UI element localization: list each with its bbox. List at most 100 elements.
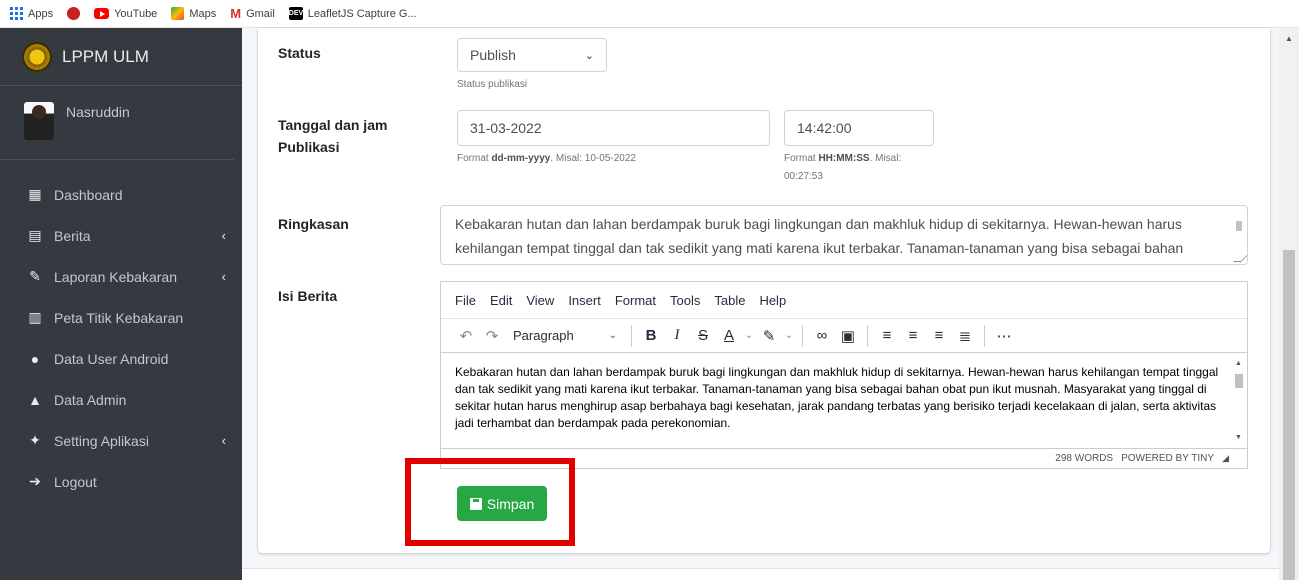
resize-handle-icon[interactable]: ◢ (1222, 453, 1229, 464)
editor-menubar: File Edit View Insert Format Tools Table… (441, 282, 1247, 319)
publish-label-line1: Tanggal dan jam (278, 117, 388, 133)
image-icon[interactable]: ▣ (835, 327, 861, 345)
editor-text: Kebakaran hutan dan lahan berdampak buru… (455, 365, 1219, 430)
status-help: Status publikasi (457, 79, 528, 90)
time-help-suffix: . Misal: (869, 153, 902, 164)
more-icon[interactable]: ⋯ (991, 327, 1017, 345)
bookmark-label: YouTube (114, 7, 158, 20)
bookmark-label: Gmail (246, 7, 275, 20)
highlight-color-icon[interactable]: ✎ (756, 327, 782, 345)
dev-icon: DEV (288, 7, 303, 20)
link-icon[interactable]: ∞ (809, 327, 835, 344)
date-help-format: dd-mm-yyyy (491, 153, 551, 164)
status-select-value: Publish (470, 47, 516, 63)
menu-insert[interactable]: Insert (568, 293, 601, 308)
sidebar-item-berita[interactable]: ▤ Berita ‹ (0, 215, 242, 256)
editor-scrollbar[interactable]: ▲ ▼ (1233, 360, 1243, 448)
menu-table[interactable]: Table (714, 293, 745, 308)
publish-label: Tanggal dan jam Publikasi (278, 114, 387, 158)
sidebar-item-label: Berita (54, 227, 91, 244)
scroll-thumb[interactable] (1283, 250, 1295, 580)
sidebar-item-label: Dashboard (54, 186, 123, 203)
undo-icon[interactable]: ↶ (453, 327, 479, 345)
bookmarks-bar: Apps YouTube Maps M Gmail DEV LeafletJS … (0, 0, 1299, 28)
page-scrollbar[interactable]: ▲ (1279, 28, 1299, 580)
toolbar-divider (984, 324, 985, 347)
chevron-down-icon: ⌄ (608, 330, 617, 341)
editor-toolbar: ↶ ↷ Paragraph ⌄ B I S A ⌄ ✎ ⌄ ∞ ▣ ≡ ≡ ≡ … (441, 319, 1247, 353)
align-justify-icon[interactable]: ≣ (952, 327, 978, 345)
block-format-select[interactable]: Paragraph ⌄ (505, 328, 625, 343)
menu-edit[interactable]: Edit (490, 293, 512, 308)
bookmark-label: LeafletJS Capture G... (307, 7, 417, 20)
scroll-down-icon[interactable]: ▼ (1235, 434, 1242, 441)
word-count[interactable]: 298 WORDS (1055, 453, 1113, 464)
toolbar-divider (631, 324, 632, 347)
chevron-left-icon: ‹ (221, 433, 226, 448)
brand-logo-icon (22, 41, 52, 72)
sidebar-item-setting-aplikasi[interactable]: ✦ Setting Aplikasi ‹ (0, 420, 242, 461)
time-input-value: 14:42:00 (797, 120, 852, 136)
bookmark-apps[interactable]: Apps (10, 7, 53, 20)
align-right-icon[interactable]: ≡ (926, 327, 952, 344)
menu-view[interactable]: View (526, 293, 554, 308)
chevron-down-icon[interactable]: ⌄ (742, 330, 756, 341)
redo-icon[interactable]: ↷ (479, 327, 505, 345)
user-panel[interactable]: Nasruddin (0, 86, 234, 160)
ringkasan-label: Ringkasan (278, 216, 349, 232)
dashboard-icon: ▦ (28, 186, 42, 202)
editor-content[interactable]: Kebakaran hutan dan lahan berdampak buru… (441, 354, 1247, 446)
bookmark-circle[interactable] (67, 7, 81, 20)
time-help: Format HH:MM:SS. Misal: 00:27:53 (784, 150, 944, 186)
publish-label-line2: Publikasi (278, 139, 340, 155)
user-name: Nasruddin (66, 104, 130, 120)
textarea-scrollbar[interactable] (1235, 210, 1243, 242)
sidebar-item-peta-titik-kebakaran[interactable]: ▥ Peta Titik Kebakaran (0, 297, 242, 338)
chevron-left-icon: ‹ (221, 269, 226, 284)
bookmark-youtube[interactable]: YouTube (94, 8, 157, 20)
status-select[interactable]: Publish ⌄ (457, 38, 607, 72)
time-help-example: 00:27:53 (784, 171, 823, 182)
circle-bookmark-icon (67, 7, 81, 20)
bookmark-label: Maps (189, 7, 217, 20)
sidebar-item-data-user-android[interactable]: ● Data User Android (0, 338, 242, 379)
gmail-icon: M (230, 6, 242, 21)
lock-icon: ▲ (28, 391, 42, 408)
bookmark-gmail[interactable]: M Gmail (230, 6, 275, 21)
sign-out-icon: ➔ (29, 473, 41, 489)
toolbar-divider (867, 324, 868, 347)
scroll-thumb[interactable] (1235, 374, 1243, 388)
powered-by[interactable]: POWERED BY TINY (1121, 453, 1214, 464)
chevron-down-icon[interactable]: ⌄ (782, 330, 796, 341)
bookmark-maps[interactable]: Maps (171, 7, 216, 20)
strikethrough-icon[interactable]: S (690, 327, 716, 344)
date-help-prefix: Format (457, 153, 492, 164)
scroll-up-icon[interactable]: ▲ (1285, 34, 1293, 43)
menu-file[interactable]: File (455, 293, 476, 308)
date-help-suffix: . Misal: 10-05-2022 (550, 153, 636, 164)
sidebar-item-data-admin[interactable]: ▲ Data Admin (0, 379, 242, 420)
maps-icon (171, 7, 185, 20)
menu-tools[interactable]: Tools (670, 293, 700, 308)
bold-icon[interactable]: B (638, 327, 664, 344)
sidebar-item-laporan-kebakaran[interactable]: ✎ Laporan Kebakaran ‹ (0, 256, 242, 297)
bookmark-leaflet[interactable]: DEV LeafletJS Capture G... (288, 7, 417, 20)
italic-icon[interactable]: I (664, 327, 690, 344)
align-center-icon[interactable]: ≡ (900, 327, 926, 344)
block-format-value: Paragraph (513, 328, 574, 343)
chevron-down-icon: ⌄ (584, 49, 594, 62)
brand-link[interactable]: LPPM ULM (0, 28, 242, 86)
sidebar-item-dashboard[interactable]: ▦ Dashboard (0, 174, 242, 215)
align-left-icon[interactable]: ≡ (874, 327, 900, 344)
sidebar-item-logout[interactable]: ➔ Logout (0, 461, 242, 502)
resize-handle-icon[interactable] (1233, 254, 1247, 262)
date-input[interactable]: 31-03-2022 (457, 110, 770, 146)
rich-text-editor: File Edit View Insert Format Tools Table… (440, 281, 1248, 469)
text-color-icon[interactable]: A (716, 327, 742, 344)
ringkasan-textarea[interactable]: Kebakaran hutan dan lahan berdampak buru… (440, 205, 1248, 265)
scroll-up-icon[interactable]: ▲ (1235, 360, 1242, 367)
menu-help[interactable]: Help (759, 293, 786, 308)
menu-format[interactable]: Format (615, 293, 656, 308)
brand-name: LPPM ULM (62, 46, 149, 66)
time-input[interactable]: 14:42:00 (784, 110, 934, 146)
